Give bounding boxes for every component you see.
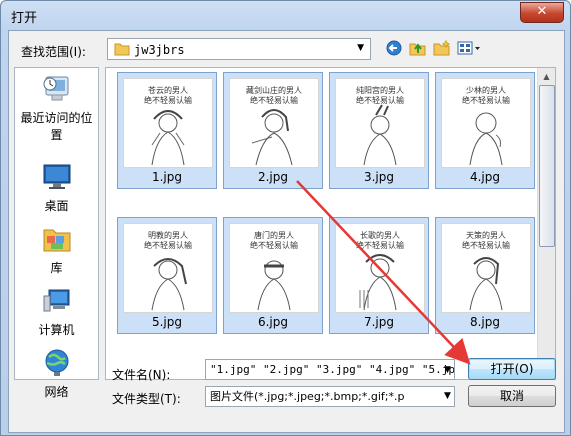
chevron-down-icon[interactable]: ▼ (357, 43, 364, 53)
back-icon[interactable] (386, 40, 402, 59)
view-menu-icon[interactable] (457, 40, 481, 59)
character-sketch-icon (469, 112, 503, 166)
place-libraries[interactable]: 库 (15, 224, 98, 276)
file-item[interactable]: 长歌的男人 绝不轻易认输 7.jpg (329, 217, 429, 334)
look-in-label: 查找范围(I): (21, 45, 86, 59)
place-desktop[interactable]: 桌面 (15, 162, 98, 214)
filetype-select[interactable]: 图片文件(*.jpg;*.jpeg;*.bmp;*.gif;*.p (205, 386, 455, 407)
places-bar: 最近访问的位置 桌面 库 计算机 网络 (14, 67, 99, 399)
recent-places-icon (41, 76, 73, 107)
computer-icon (41, 289, 73, 319)
file-name: 2.jpg (257, 170, 289, 184)
place-recent[interactable]: 最近访问的位置 (15, 74, 98, 143)
file-name: 6.jpg (257, 315, 289, 329)
file-name: 1.jpg (151, 170, 183, 184)
place-computer[interactable]: 计算机 (15, 286, 98, 338)
file-name: 8.jpg (469, 315, 501, 329)
chevron-down-icon[interactable]: ▼ (444, 391, 451, 401)
character-sketch-icon (469, 257, 503, 311)
cancel-button[interactable]: 取消 (468, 385, 556, 407)
new-folder-icon[interactable] (433, 39, 451, 59)
place-label: 网络 (44, 385, 69, 399)
character-sketch-icon (251, 109, 293, 166)
file-thumbnail: 苍云的男人 绝不轻易认输 (123, 78, 213, 168)
folder-icon (114, 42, 130, 59)
look-in-combobox[interactable]: jw3jbrs ▼ (107, 38, 371, 60)
file-name: 3.jpg (363, 170, 395, 184)
file-item[interactable]: 唐门的男人 绝不轻易认输 6.jpg (223, 217, 323, 334)
file-thumbnail: 少林的男人 绝不轻易认输 (441, 78, 531, 168)
file-item[interactable]: 纯阳宫的男人 绝不轻易认输 3.jpg (329, 72, 429, 189)
place-label: 最近访问的位置 (20, 111, 93, 142)
file-list-view[interactable]: 苍云的男人 绝不轻易认输 1.jpg 藏剑山庄的男人 绝不轻易认输 2.jpg … (105, 67, 556, 380)
look-in-value: jw3jbrs (134, 43, 185, 57)
file-thumbnail: 长歌的男人 绝不轻易认输 (335, 223, 425, 313)
up-folder-icon[interactable] (409, 40, 427, 59)
filetype-label: 文件类型(T): (112, 392, 181, 406)
desktop-icon (41, 164, 73, 195)
filename-input[interactable]: "1.jpg" "2.jpg" "3.jpg" "4.jpg" "5.jp (205, 359, 455, 380)
place-network[interactable]: 网络 (15, 348, 98, 400)
character-sketch-icon (363, 104, 397, 166)
file-name: 4.jpg (469, 170, 501, 184)
file-thumbnail: 明教的男人 绝不轻易认输 (123, 223, 213, 313)
network-icon (41, 349, 73, 381)
file-thumbnail: 天策的男人 绝不轻易认输 (441, 223, 531, 313)
file-name: 7.jpg (363, 315, 395, 329)
file-thumbnail: 藏剑山庄的男人 绝不轻易认输 (229, 78, 319, 168)
vertical-scrollbar[interactable]: ▲ ▼ (537, 68, 555, 379)
file-item[interactable]: 苍云的男人 绝不轻易认输 1.jpg (117, 72, 217, 189)
scroll-up-icon[interactable]: ▲ (538, 68, 555, 85)
window-title: 打开 (11, 11, 38, 26)
filename-label: 文件名(N): (112, 368, 171, 382)
place-label: 桌面 (44, 199, 69, 213)
title-bar: 打开 ✕ (1, 1, 570, 31)
place-label: 库 (50, 261, 63, 275)
filetype-value: 图片文件(*.jpg;*.jpeg;*.bmp;*.gif;*.p (210, 390, 405, 403)
chevron-down-icon[interactable]: ▼ (444, 365, 451, 375)
open-button[interactable]: 打开(O) (468, 358, 556, 380)
file-thumbnail: 纯阳宫的男人 绝不轻易认输 (335, 78, 425, 168)
dialog-client-area: 查找范围(I): jw3jbrs ▼ 最近访问的位置 桌面 库 计算机 网络 苍… (8, 30, 565, 433)
place-label: 计算机 (38, 323, 75, 337)
file-item[interactable]: 少林的男人 绝不轻易认输 4.jpg (435, 72, 535, 189)
close-button[interactable]: ✕ (520, 2, 564, 23)
character-sketch-icon (151, 110, 185, 166)
character-sketch-icon (257, 260, 291, 311)
scrollbar-thumb[interactable] (539, 85, 555, 247)
file-thumbnail: 唐门的男人 绝不轻易认输 (229, 223, 319, 313)
libraries-icon (41, 229, 73, 257)
file-item[interactable]: 藏剑山庄的男人 绝不轻易认输 2.jpg (223, 72, 323, 189)
file-item[interactable]: 明教的男人 绝不轻易认输 5.jpg (117, 217, 217, 334)
file-item[interactable]: 天策的男人 绝不轻易认输 8.jpg (435, 217, 535, 334)
character-sketch-icon (151, 258, 187, 311)
character-sketch-icon (359, 254, 397, 311)
open-file-dialog: 打开 ✕ 查找范围(I): jw3jbrs ▼ 最近访问的位置 桌面 库 计算机… (0, 0, 571, 436)
file-name: 5.jpg (151, 315, 183, 329)
